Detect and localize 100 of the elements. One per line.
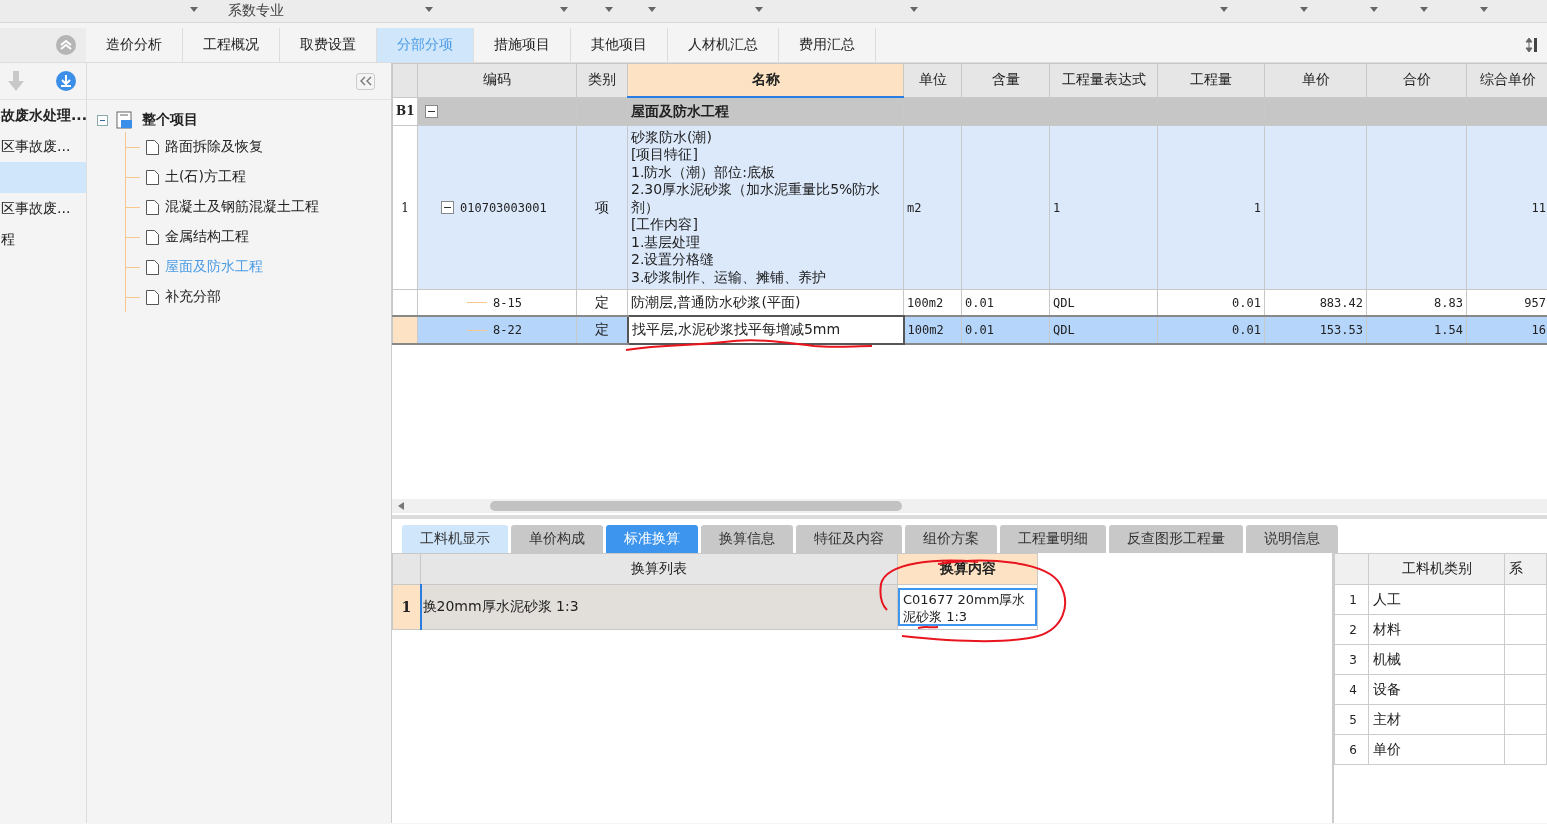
table-cell-text: 砂浆防水(潮) [项目特征] 1.防水（潮）部位:底板 2.30厚水泥砂浆（加水泥重量比5%防水剂） [工作内容] 1.基层处理 2.设置分格缝 3.砂浆制作、运输、摊铺、养护 [631,128,882,287]
scroll-left-icon[interactable] [398,502,404,510]
table-cell: 1 [1253,200,1261,215]
row-number: 2 [1334,614,1369,645]
table-cell: 11 [1531,200,1546,215]
column-header: 系 [1504,553,1547,585]
collapse-toggle-icon[interactable] [425,104,438,118]
code-cell: 010703003001 [460,200,547,215]
tab[interactable]: 换算信息 [701,525,793,553]
tree-item[interactable]: 金属结构工程 [165,228,249,246]
table-cell: 主材 [1373,710,1401,727]
column-header: 换算列表 [420,553,898,585]
side-list-item[interactable]: 故废水处理... [0,100,86,131]
column-header[interactable]: 合价 [1366,63,1467,97]
caret-icon[interactable] [648,7,656,12]
table-cell: 定 [595,293,609,310]
caret-icon[interactable] [605,7,613,12]
tab[interactable]: 组价方案 [905,525,997,553]
side-list-item[interactable]: 区事故废... [0,131,86,162]
caret-icon[interactable] [1420,7,1428,12]
column-header[interactable]: 名称 [627,63,904,97]
content-input-field[interactable]: C01677 20mm厚水泥砂浆 1:3 [898,588,1037,626]
table-cell: 项 [595,198,609,215]
table-cell: m2 [907,200,922,215]
caret-icon[interactable] [560,7,568,12]
table-cell: 1 [1053,200,1061,215]
tab[interactable]: 说明信息 [1246,525,1338,553]
table-cell: 8.83 [1434,295,1463,310]
table-cell: 定 [594,321,609,337]
download-icon[interactable] [56,71,76,91]
table-cell: QDL [1053,295,1075,310]
caret-icon[interactable] [1300,7,1308,12]
tree-item[interactable]: 整个项目 [142,111,198,129]
code-cell: 8-15 [493,295,522,310]
column-header[interactable]: 类别 [576,63,628,97]
collapse-panel-button[interactable] [356,72,375,90]
table-cell: 0.01 [1232,295,1261,310]
column-header[interactable]: 编码 [417,63,577,97]
caret-icon[interactable] [910,7,918,12]
caret-icon[interactable] [1370,7,1378,12]
collapse-toggle-icon[interactable] [441,201,454,214]
row-number: 4 [1334,674,1369,705]
horizontal-scrollbar[interactable] [392,499,1547,513]
table-cell: 材料 [1373,620,1401,637]
table-cell: 设备 [1373,680,1401,697]
row-number: 3 [1334,644,1369,675]
caret-icon[interactable] [425,7,433,12]
caret-icon[interactable] [1480,7,1488,12]
column-header[interactable]: 单价 [1264,63,1367,97]
table-cell: 957 [1524,295,1546,310]
table-cell: 0.01 [1232,323,1261,337]
tab[interactable]: 特征及内容 [796,525,902,553]
column-header[interactable]: 工程量 [1157,63,1265,97]
document-icon [146,259,159,275]
row-number: 5 [1334,704,1369,735]
document-icon [146,169,159,185]
tree-connector [467,302,487,303]
tree-item[interactable]: 路面拆除及恢复 [165,138,263,156]
column-header[interactable]: 工程量表达式 [1049,63,1158,97]
table-cell: 单价 [1373,740,1401,757]
document-icon [146,199,159,215]
table-cell: 1.54 [1434,323,1463,337]
code-cell: 8-22 [493,323,522,337]
caret-icon[interactable] [1220,7,1228,12]
document-icon [146,289,159,305]
caret-icon[interactable] [755,7,763,12]
table-cell: 0.01 [965,323,994,337]
table-cell-text: 防潮层,普通防水砂浆(平面) [631,293,802,312]
tab[interactable]: 工料机显示 [402,525,508,553]
project-icon [116,111,134,129]
row-number: 1 [1334,584,1369,615]
side-list-item[interactable]: 区事故废... [0,193,86,224]
table-cell: 0.01 [965,295,994,310]
tree-item[interactable]: 补充分部 [165,288,221,306]
row-number: 1 [392,125,418,290]
table-cell: 换20mm厚水泥砂浆 1:3 [422,598,579,614]
document-icon [146,139,159,155]
caret-icon[interactable] [190,7,198,12]
column-header[interactable]: 含量 [961,63,1050,97]
table-cell: 16 [1531,323,1546,337]
document-icon [146,229,159,245]
column-header[interactable]: 单位 [903,63,962,97]
collapse-toggle-icon[interactable] [97,114,108,126]
tree-item[interactable]: 土(石)方工程 [165,168,246,186]
row-number: 1 [392,584,421,630]
column-header[interactable]: 综合单价 [1466,63,1547,97]
tab[interactable]: 反查图形工程量 [1109,525,1243,553]
side-list-item[interactable]: 程 [0,224,86,255]
row-number: B1 [392,97,418,126]
table-cell: 机械 [1373,650,1401,667]
table-cell: QDL [1053,323,1075,337]
table-cell: 人工 [1373,590,1401,607]
table-cell: 883.42 [1319,295,1363,310]
table-cell: 100m2 [907,323,944,337]
table-cell-text: 屋面及防水工程 [631,102,730,121]
tree-item[interactable]: 混凝土及钢筋混凝土工程 [165,198,319,216]
sort-icon[interactable] [1525,37,1539,53]
tab[interactable]: 单价构成 [511,525,603,553]
table-cell: 100m2 [907,295,944,310]
tab[interactable]: 工程量明细 [1000,525,1106,553]
